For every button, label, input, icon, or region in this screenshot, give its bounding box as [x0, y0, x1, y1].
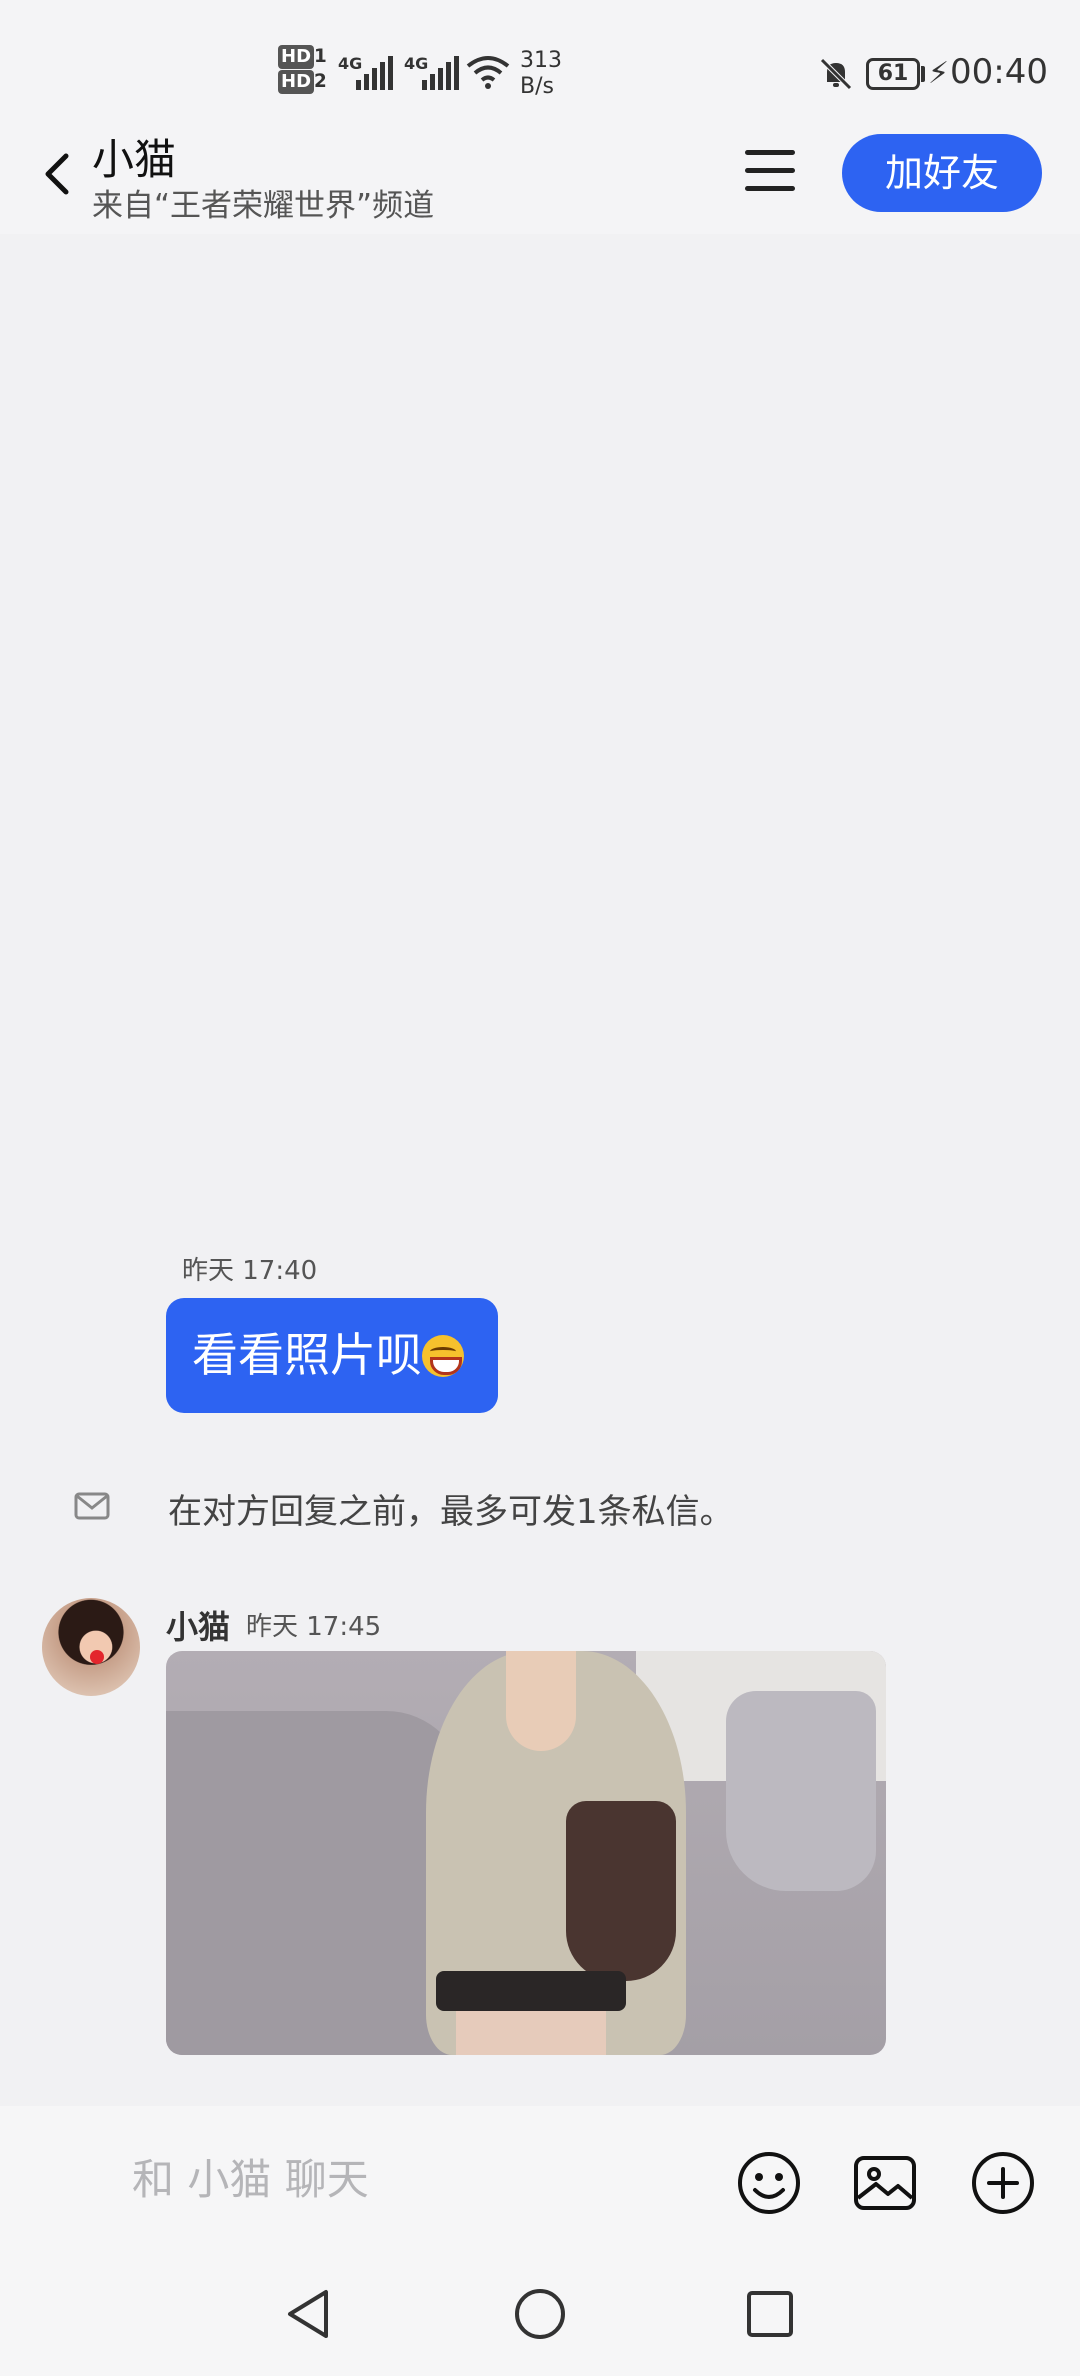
hd2-label: HD: [278, 70, 315, 94]
charging-icon: ⚡: [928, 56, 950, 91]
chat-screen: HD 1 HD 2 4G 4G 313 B/s 61 ⚡ 00:40 小猫 来自…: [0, 0, 1080, 2376]
contact-source: 来自“王者荣耀世界”频道: [92, 188, 435, 224]
signal-icon-1: [356, 56, 393, 90]
sender-name: 小猫: [166, 1608, 231, 1646]
add-friend-button[interactable]: 加好友: [842, 134, 1042, 212]
speed-unit: B/s: [520, 74, 554, 99]
back-icon[interactable]: [30, 146, 86, 202]
hd-indicator: HD 1 HD 2: [278, 44, 327, 94]
message-timestamp: 昨天 17:40: [182, 1256, 318, 1286]
grin-emoji-icon: [422, 1335, 464, 1377]
wifi-icon: [466, 56, 510, 89]
speed-value: 313: [520, 48, 562, 73]
nav-recent-icon[interactable]: [742, 2286, 798, 2342]
message-timestamp: 昨天 17:45: [246, 1612, 382, 1642]
chat-input-bar: 和 小猫 聊天: [0, 2106, 1080, 2256]
hd1-sub: 1: [314, 46, 327, 67]
image-icon[interactable]: [852, 2150, 918, 2216]
avatar[interactable]: [42, 1598, 140, 1696]
nav-home-icon[interactable]: [512, 2286, 568, 2342]
plus-icon[interactable]: [970, 2150, 1036, 2216]
system-nav-bar: [0, 2256, 1080, 2376]
contact-name: 小猫: [92, 135, 177, 184]
battery-level: 61: [866, 58, 920, 90]
mute-bell-icon: [820, 58, 852, 90]
message-limit-notice: 在对方回复之前，最多可发1条私信。: [168, 1492, 734, 1532]
network-speed: 313 B/s: [520, 48, 562, 100]
hd1-label: HD: [278, 45, 315, 69]
menu-icon[interactable]: [740, 150, 800, 200]
emoji-icon[interactable]: [736, 2150, 802, 2216]
outgoing-message-bubble[interactable]: 看看照片呗: [166, 1298, 498, 1413]
incoming-photo-message[interactable]: [166, 1651, 886, 2055]
chat-header: 小猫 来自“王者荣耀世界”频道 加好友: [0, 120, 1080, 234]
mail-icon: [74, 1492, 110, 1520]
hd2-sub: 2: [314, 71, 327, 92]
clock: 00:40: [950, 52, 1048, 92]
battery-tip: [921, 66, 925, 82]
message-text: 看看照片呗: [192, 1328, 422, 1382]
status-bar: HD 1 HD 2 4G 4G 313 B/s 61 ⚡ 00:40: [0, 0, 1080, 120]
signal-icon-2: [422, 56, 459, 90]
message-input[interactable]: 和 小猫 聊天: [132, 2146, 369, 2207]
nav-back-icon[interactable]: [282, 2286, 338, 2342]
